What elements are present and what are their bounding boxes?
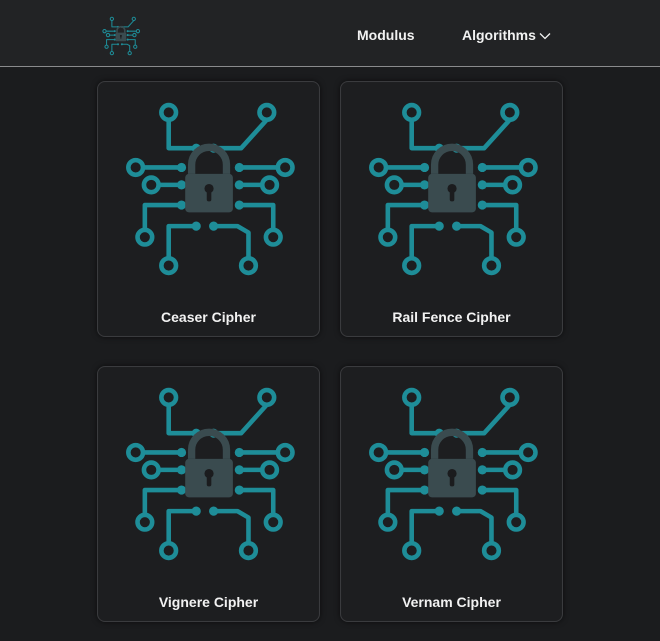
circuit-lock-icon[interactable] (100, 15, 142, 57)
circuit-lock-icon (112, 380, 307, 568)
card-label: Vignere Cipher (158, 594, 259, 610)
circuit-lock-icon (355, 380, 550, 568)
card-vernam-cipher[interactable]: Vernam Cipher (340, 366, 563, 622)
card-ceaser-cipher[interactable]: Ceaser Cipher (97, 81, 320, 337)
card-rail-fence-cipher[interactable]: Rail Fence Cipher (340, 81, 563, 337)
chevron-down-icon (539, 33, 551, 40)
card-label: Vernam Cipher (402, 594, 501, 610)
nav-link-modulus[interactable]: Modulus (357, 27, 415, 43)
card-vignere-cipher[interactable]: Vignere Cipher (97, 366, 320, 622)
card-label: Rail Fence Cipher (392, 309, 511, 325)
nav-link-algorithms-label: Algorithms (462, 27, 536, 43)
circuit-lock-icon (112, 95, 307, 283)
nav-link-algorithms[interactable]: Algorithms (462, 27, 551, 43)
card-label: Ceaser Cipher (161, 309, 256, 325)
circuit-lock-icon (355, 95, 550, 283)
navbar: Modulus Algorithms (0, 0, 660, 67)
